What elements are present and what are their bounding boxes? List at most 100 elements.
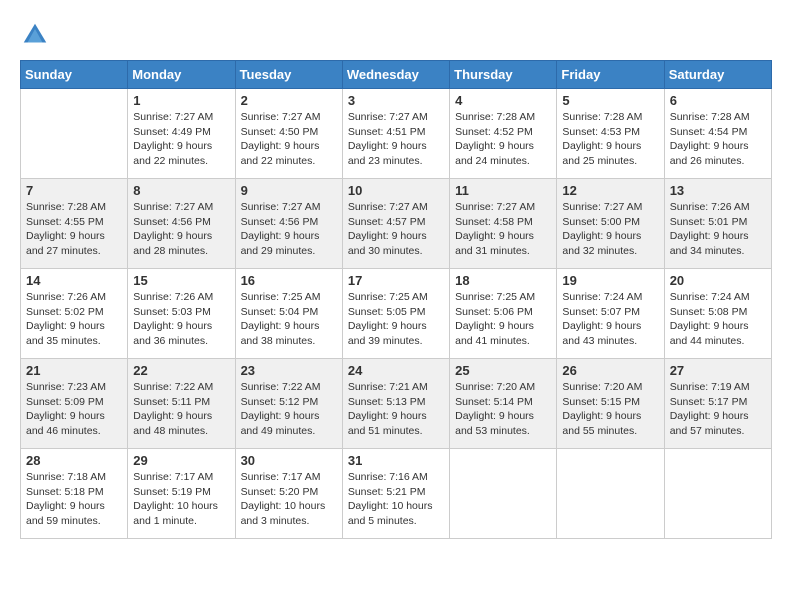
day-info: Sunrise: 7:24 AMSunset: 5:08 PMDaylight:… [670,290,766,349]
day-info: Sunrise: 7:27 AMSunset: 4:58 PMDaylight:… [455,200,551,259]
day-number: 20 [670,273,766,288]
day-info: Sunrise: 7:25 AMSunset: 5:04 PMDaylight:… [241,290,337,349]
day-info: Sunrise: 7:20 AMSunset: 5:14 PMDaylight:… [455,380,551,439]
day-info: Sunrise: 7:27 AMSunset: 4:57 PMDaylight:… [348,200,444,259]
calendar-header-row: SundayMondayTuesdayWednesdayThursdayFrid… [21,61,772,89]
calendar-cell: 24 Sunrise: 7:21 AMSunset: 5:13 PMDayligh… [342,359,449,449]
day-info: Sunrise: 7:19 AMSunset: 5:17 PMDaylight:… [670,380,766,439]
calendar-cell: 7 Sunrise: 7:28 AMSunset: 4:55 PMDaylight… [21,179,128,269]
day-info: Sunrise: 7:27 AMSunset: 4:50 PMDaylight:… [241,110,337,169]
day-number: 17 [348,273,444,288]
day-info: Sunrise: 7:18 AMSunset: 5:18 PMDaylight:… [26,470,122,529]
calendar-cell: 4 Sunrise: 7:28 AMSunset: 4:52 PMDaylight… [450,89,557,179]
calendar-cell: 6 Sunrise: 7:28 AMSunset: 4:54 PMDaylight… [664,89,771,179]
calendar-cell: 30 Sunrise: 7:17 AMSunset: 5:20 PMDayligh… [235,449,342,539]
calendar-cell: 27 Sunrise: 7:19 AMSunset: 5:17 PMDayligh… [664,359,771,449]
calendar-week-row: 1 Sunrise: 7:27 AMSunset: 4:49 PMDaylight… [21,89,772,179]
calendar-cell [450,449,557,539]
calendar-cell: 25 Sunrise: 7:20 AMSunset: 5:14 PMDayligh… [450,359,557,449]
day-info: Sunrise: 7:26 AMSunset: 5:01 PMDaylight:… [670,200,766,259]
day-info: Sunrise: 7:21 AMSunset: 5:13 PMDaylight:… [348,380,444,439]
day-info: Sunrise: 7:26 AMSunset: 5:02 PMDaylight:… [26,290,122,349]
day-number: 6 [670,93,766,108]
calendar-cell [557,449,664,539]
calendar-cell: 9 Sunrise: 7:27 AMSunset: 4:56 PMDaylight… [235,179,342,269]
day-number: 19 [562,273,658,288]
day-number: 3 [348,93,444,108]
calendar-cell: 20 Sunrise: 7:24 AMSunset: 5:08 PMDayligh… [664,269,771,359]
calendar-cell: 11 Sunrise: 7:27 AMSunset: 4:58 PMDayligh… [450,179,557,269]
day-number: 11 [455,183,551,198]
day-info: Sunrise: 7:28 AMSunset: 4:52 PMDaylight:… [455,110,551,169]
calendar-cell: 23 Sunrise: 7:22 AMSunset: 5:12 PMDayligh… [235,359,342,449]
day-number: 26 [562,363,658,378]
day-number: 30 [241,453,337,468]
calendar-cell: 5 Sunrise: 7:28 AMSunset: 4:53 PMDaylight… [557,89,664,179]
calendar-week-row: 7 Sunrise: 7:28 AMSunset: 4:55 PMDaylight… [21,179,772,269]
day-header-thursday: Thursday [450,61,557,89]
day-number: 4 [455,93,551,108]
day-info: Sunrise: 7:28 AMSunset: 4:54 PMDaylight:… [670,110,766,169]
day-number: 21 [26,363,122,378]
day-number: 22 [133,363,229,378]
day-info: Sunrise: 7:16 AMSunset: 5:21 PMDaylight:… [348,470,444,529]
calendar-cell: 8 Sunrise: 7:27 AMSunset: 4:56 PMDaylight… [128,179,235,269]
calendar-cell: 29Sunrise: 7:17 AMSunset: 5:19 PMDayligh… [128,449,235,539]
day-number: 8 [133,183,229,198]
calendar-cell: 18 Sunrise: 7:25 AMSunset: 5:06 PMDayligh… [450,269,557,359]
day-info: Sunrise: 7:27 AMSunset: 4:51 PMDaylight:… [348,110,444,169]
day-info: Sunrise: 7:27 AMSunset: 4:56 PMDaylight:… [133,200,229,259]
day-number: 5 [562,93,658,108]
day-info: Sunrise: 7:28 AMSunset: 4:53 PMDaylight:… [562,110,658,169]
day-number: 1 [133,93,229,108]
calendar-cell: 2 Sunrise: 7:27 AMSunset: 4:50 PMDaylight… [235,89,342,179]
day-number: 27 [670,363,766,378]
calendar-table: SundayMondayTuesdayWednesdayThursdayFrid… [20,60,772,539]
logo-icon [20,20,50,50]
calendar-cell: 3 Sunrise: 7:27 AMSunset: 4:51 PMDaylight… [342,89,449,179]
day-number: 28 [26,453,122,468]
day-info: Sunrise: 7:25 AMSunset: 5:05 PMDaylight:… [348,290,444,349]
calendar-cell: 26Sunrise: 7:20 AMSunset: 5:15 PMDayligh… [557,359,664,449]
calendar-cell [664,449,771,539]
day-number: 10 [348,183,444,198]
day-number: 9 [241,183,337,198]
day-info: Sunrise: 7:28 AMSunset: 4:55 PMDaylight:… [26,200,122,259]
day-info: Sunrise: 7:22 AMSunset: 5:11 PMDaylight:… [133,380,229,439]
calendar-cell: 19 Sunrise: 7:24 AMSunset: 5:07 PMDayligh… [557,269,664,359]
day-info: Sunrise: 7:25 AMSunset: 5:06 PMDaylight:… [455,290,551,349]
day-number: 24 [348,363,444,378]
calendar-week-row: 28 Sunrise: 7:18 AMSunset: 5:18 PMDayligh… [21,449,772,539]
calendar-week-row: 21Sunrise: 7:23 AMSunset: 5:09 PMDayligh… [21,359,772,449]
calendar-cell: 21Sunrise: 7:23 AMSunset: 5:09 PMDayligh… [21,359,128,449]
day-info: Sunrise: 7:27 AMSunset: 4:49 PMDaylight:… [133,110,229,169]
calendar-cell: 14 Sunrise: 7:26 AMSunset: 5:02 PMDayligh… [21,269,128,359]
day-number: 13 [670,183,766,198]
day-header-wednesday: Wednesday [342,61,449,89]
day-number: 15 [133,273,229,288]
day-info: Sunrise: 7:27 AMSunset: 5:00 PMDaylight:… [562,200,658,259]
day-number: 7 [26,183,122,198]
day-header-monday: Monday [128,61,235,89]
calendar-cell: 17 Sunrise: 7:25 AMSunset: 5:05 PMDayligh… [342,269,449,359]
day-info: Sunrise: 7:22 AMSunset: 5:12 PMDaylight:… [241,380,337,439]
header [20,20,772,50]
day-info: Sunrise: 7:27 AMSunset: 4:56 PMDaylight:… [241,200,337,259]
day-number: 23 [241,363,337,378]
day-info: Sunrise: 7:17 AMSunset: 5:20 PMDaylight:… [241,470,337,529]
calendar-cell: 12Sunrise: 7:27 AMSunset: 5:00 PMDayligh… [557,179,664,269]
day-info: Sunrise: 7:26 AMSunset: 5:03 PMDaylight:… [133,290,229,349]
day-number: 18 [455,273,551,288]
day-header-friday: Friday [557,61,664,89]
calendar-body: 1 Sunrise: 7:27 AMSunset: 4:49 PMDaylight… [21,89,772,539]
day-number: 29 [133,453,229,468]
day-header-tuesday: Tuesday [235,61,342,89]
day-number: 2 [241,93,337,108]
calendar-cell: 1 Sunrise: 7:27 AMSunset: 4:49 PMDaylight… [128,89,235,179]
day-number: 14 [26,273,122,288]
calendar-cell: 10 Sunrise: 7:27 AMSunset: 4:57 PMDayligh… [342,179,449,269]
day-header-sunday: Sunday [21,61,128,89]
day-number: 25 [455,363,551,378]
calendar-cell: 28 Sunrise: 7:18 AMSunset: 5:18 PMDayligh… [21,449,128,539]
day-info: Sunrise: 7:24 AMSunset: 5:07 PMDaylight:… [562,290,658,349]
